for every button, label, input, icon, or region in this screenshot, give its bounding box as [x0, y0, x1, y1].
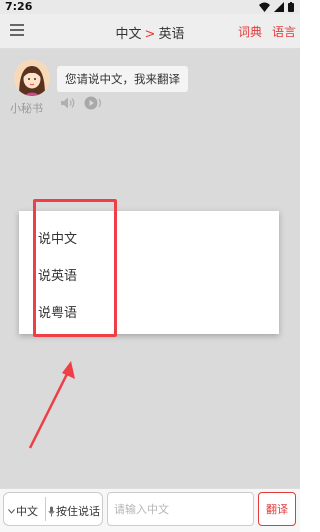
- input-control-group: 中文 按住说话: [3, 492, 103, 526]
- chinese-text-input[interactable]: [107, 492, 254, 526]
- bottom-input-bar: 中文 按住说话 翻译: [0, 488, 300, 532]
- annotation-arrow: [28, 361, 75, 449]
- microphone-icon: [48, 506, 55, 516]
- control-divider: [45, 497, 46, 521]
- push-to-talk-button[interactable]: 按住说话: [48, 503, 100, 519]
- push-to-talk-label: 按住说话: [56, 505, 100, 518]
- chevron-down-icon: [8, 508, 15, 514]
- language-dropdown[interactable]: 中文: [8, 503, 38, 519]
- translate-button[interactable]: 翻译: [258, 492, 296, 526]
- selected-language: 中文: [16, 505, 38, 518]
